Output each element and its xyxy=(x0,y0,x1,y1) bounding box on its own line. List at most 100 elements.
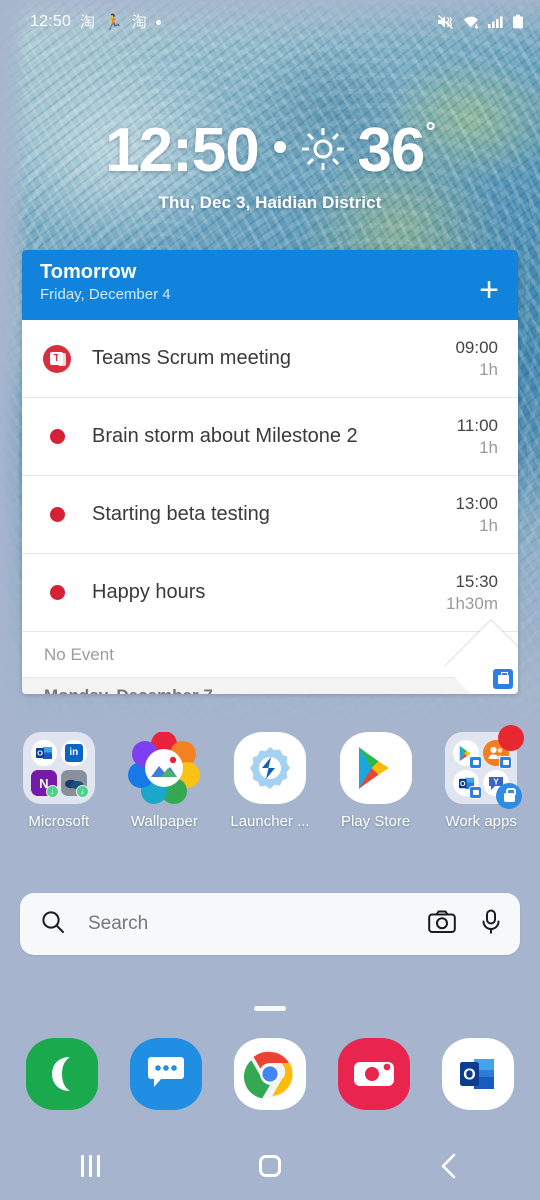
status-bar-right xyxy=(437,14,524,30)
app-label: Microsoft xyxy=(28,813,90,830)
event-time-cell: 13:00 1h xyxy=(420,493,498,536)
download-badge-icon: ↓ xyxy=(75,785,89,798)
outlook-icon: O xyxy=(453,770,483,799)
onedrive-icon: ↓ xyxy=(60,770,89,798)
event-time-cell: 09:00 1h xyxy=(420,337,498,380)
app-microsoft-folder[interactable]: O in N ↓ ↓ Microsoft xyxy=(9,732,109,830)
onenote-icon: N ↓ xyxy=(30,770,59,798)
dock: O xyxy=(0,1038,540,1110)
dock-app-chrome[interactable] xyxy=(234,1038,306,1110)
taobao-icon-2: 淘 xyxy=(131,13,147,31)
search-icon xyxy=(40,909,66,940)
cellular-signal-icon xyxy=(488,16,503,28)
svg-text:O: O xyxy=(460,779,466,787)
event-icon-cell xyxy=(22,507,92,522)
taobao-icon: 淘 xyxy=(80,13,96,31)
play-store-icon xyxy=(339,732,412,804)
navigation-bar xyxy=(0,1132,540,1200)
event-name: Starting beta testing xyxy=(92,503,270,525)
wallpaper-icon xyxy=(128,731,201,804)
clock-time: 12:50 xyxy=(105,116,260,185)
dot-icon xyxy=(49,507,65,522)
event-time-cell: 11:00 1h xyxy=(420,415,498,458)
event-name: Teams Scrum meeting xyxy=(92,347,291,369)
clock-weather-widget[interactable]: 12:50 • 36 ° Thu, Dec 3, Haidian Distric… xyxy=(0,115,540,213)
dot-icon xyxy=(49,585,65,600)
no-event-label: No Event xyxy=(22,632,518,678)
search-bar[interactable]: Search xyxy=(20,893,520,955)
svg-text:Y: Y xyxy=(494,777,500,786)
app-label: Launcher ... xyxy=(230,813,310,830)
event-duration: 1h30m xyxy=(446,593,498,613)
app-label: Work apps xyxy=(445,813,517,830)
calendar-header-text: Tomorrow Friday, December 4 xyxy=(40,261,171,303)
event-time: 09:00 xyxy=(455,338,498,358)
calendar-event-list: T Teams Scrum meeting 09:00 1h Brain sto… xyxy=(22,320,518,632)
dock-app-camera[interactable] xyxy=(338,1038,410,1110)
app-launcher-settings[interactable]: Launcher ... xyxy=(220,732,320,830)
degree-symbol: ° xyxy=(425,115,436,146)
play-store-icon xyxy=(453,740,483,769)
search-input[interactable]: Search xyxy=(88,913,428,935)
dock-app-outlook[interactable]: O xyxy=(442,1038,514,1110)
work-apps-folder-icon: O Y xyxy=(445,725,525,809)
calendar-widget[interactable]: Tomorrow Friday, December 4 + T Teams Sc… xyxy=(22,250,518,694)
weather-temperature: 36 xyxy=(357,116,425,185)
app-label: Play Store xyxy=(340,813,411,830)
page-indicator-dot[interactable] xyxy=(254,1006,286,1011)
launcher-settings-icon xyxy=(233,732,306,804)
recents-icon[interactable] xyxy=(30,1132,150,1200)
status-bar-left: 12:50 淘 🏃 淘 xyxy=(30,13,161,31)
event-duration: 1h xyxy=(479,437,498,457)
calendar-header[interactable]: Tomorrow Friday, December 4 + xyxy=(22,250,518,320)
app-wallpaper[interactable]: Wallpaper xyxy=(114,731,214,830)
event-time: 11:00 xyxy=(456,416,498,436)
lock-badge-icon xyxy=(469,756,483,769)
app-play-store[interactable]: Play Store xyxy=(326,732,426,830)
clock-weather-row: 12:50 • 36 ° xyxy=(0,115,540,185)
linkedin-icon: in xyxy=(60,740,87,766)
add-event-button[interactable]: + xyxy=(479,273,499,307)
notification-badge-icon xyxy=(498,725,525,751)
camera-icon[interactable] xyxy=(428,910,456,939)
taobao-walk-icon: 🏃 xyxy=(104,13,123,31)
event-duration: 1h xyxy=(479,515,498,535)
event-time: 15:30 xyxy=(455,572,498,592)
app-work-apps-folder[interactable]: O Y Work apps xyxy=(431,725,531,830)
microphone-icon[interactable] xyxy=(480,909,502,940)
work-briefcase-icon xyxy=(493,669,513,689)
download-badge-icon: ↓ xyxy=(45,785,59,798)
more-notifications-dot-icon xyxy=(155,19,161,25)
clock-separator: • xyxy=(272,123,288,170)
battery-icon xyxy=(513,14,523,29)
svg-text:O: O xyxy=(37,749,43,758)
page-indicator[interactable] xyxy=(0,998,540,1016)
event-time: 13:00 xyxy=(455,494,498,514)
lock-badge-icon xyxy=(469,786,483,799)
table-row[interactable]: Starting beta testing 13:00 1h xyxy=(22,476,518,554)
event-name: Brain storm about Milestone 2 xyxy=(92,425,358,447)
event-name: Happy hours xyxy=(92,581,206,603)
sun-icon xyxy=(299,125,347,178)
table-row[interactable]: Happy hours 15:30 1h30m xyxy=(22,554,518,632)
calendar-title: Tomorrow xyxy=(40,261,137,283)
event-icon-cell xyxy=(22,585,92,600)
date-location-label: Thu, Dec 3, Haidian District xyxy=(158,193,382,212)
svg-text:O: O xyxy=(463,1067,475,1084)
calendar-footer-date: Monday, December 7 xyxy=(22,678,518,694)
search-actions xyxy=(428,909,502,940)
outlook-icon: O xyxy=(30,740,57,766)
app-label: Wallpaper xyxy=(130,813,198,830)
table-row[interactable]: T Teams Scrum meeting 09:00 1h xyxy=(22,320,518,398)
home-icon[interactable] xyxy=(210,1132,330,1200)
calendar-subtitle: Friday, December 4 xyxy=(40,286,171,303)
app-grid: O in N ↓ ↓ Microsoft Wallpaper Launcher … xyxy=(0,725,540,830)
back-icon[interactable] xyxy=(390,1132,510,1200)
dock-app-phone[interactable] xyxy=(26,1038,98,1110)
microsoft-folder-icon: O in N ↓ ↓ xyxy=(22,732,95,804)
dot-icon xyxy=(49,429,65,444)
dock-app-messages[interactable] xyxy=(130,1038,202,1110)
lock-badge-icon xyxy=(499,756,513,769)
table-row[interactable]: Brain storm about Milestone 2 11:00 1h xyxy=(22,398,518,476)
event-icon-cell: T xyxy=(22,344,92,373)
